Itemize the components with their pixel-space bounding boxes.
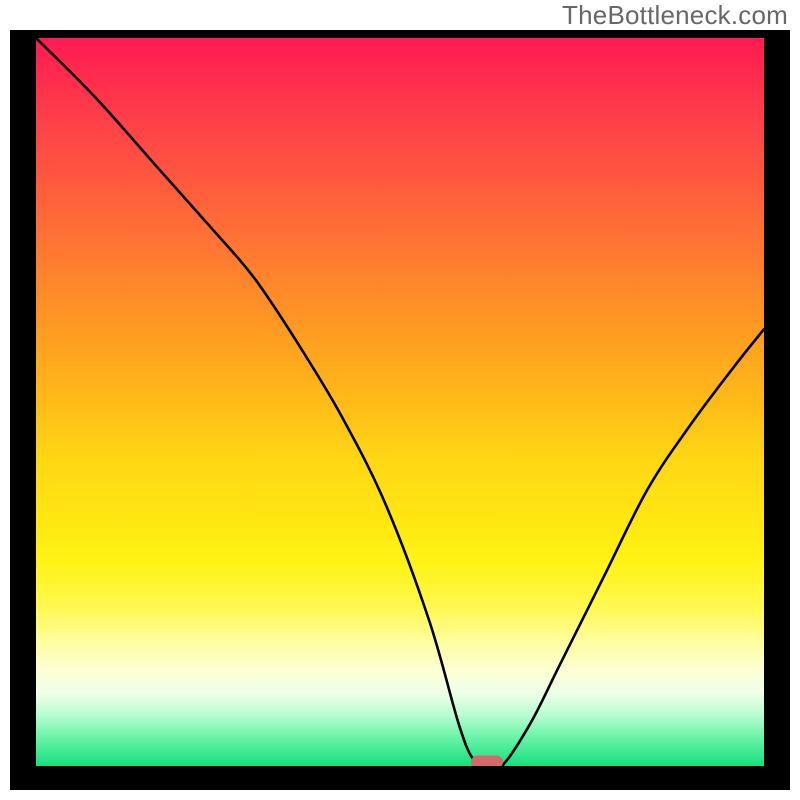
chart-frame: TheBottleneck.com [0,0,800,800]
watermark-text: TheBottleneck.com [562,0,788,31]
plot-border [10,30,790,790]
minimum-marker [471,756,503,767]
plot-area [36,38,764,766]
bottleneck-curve [36,38,764,766]
